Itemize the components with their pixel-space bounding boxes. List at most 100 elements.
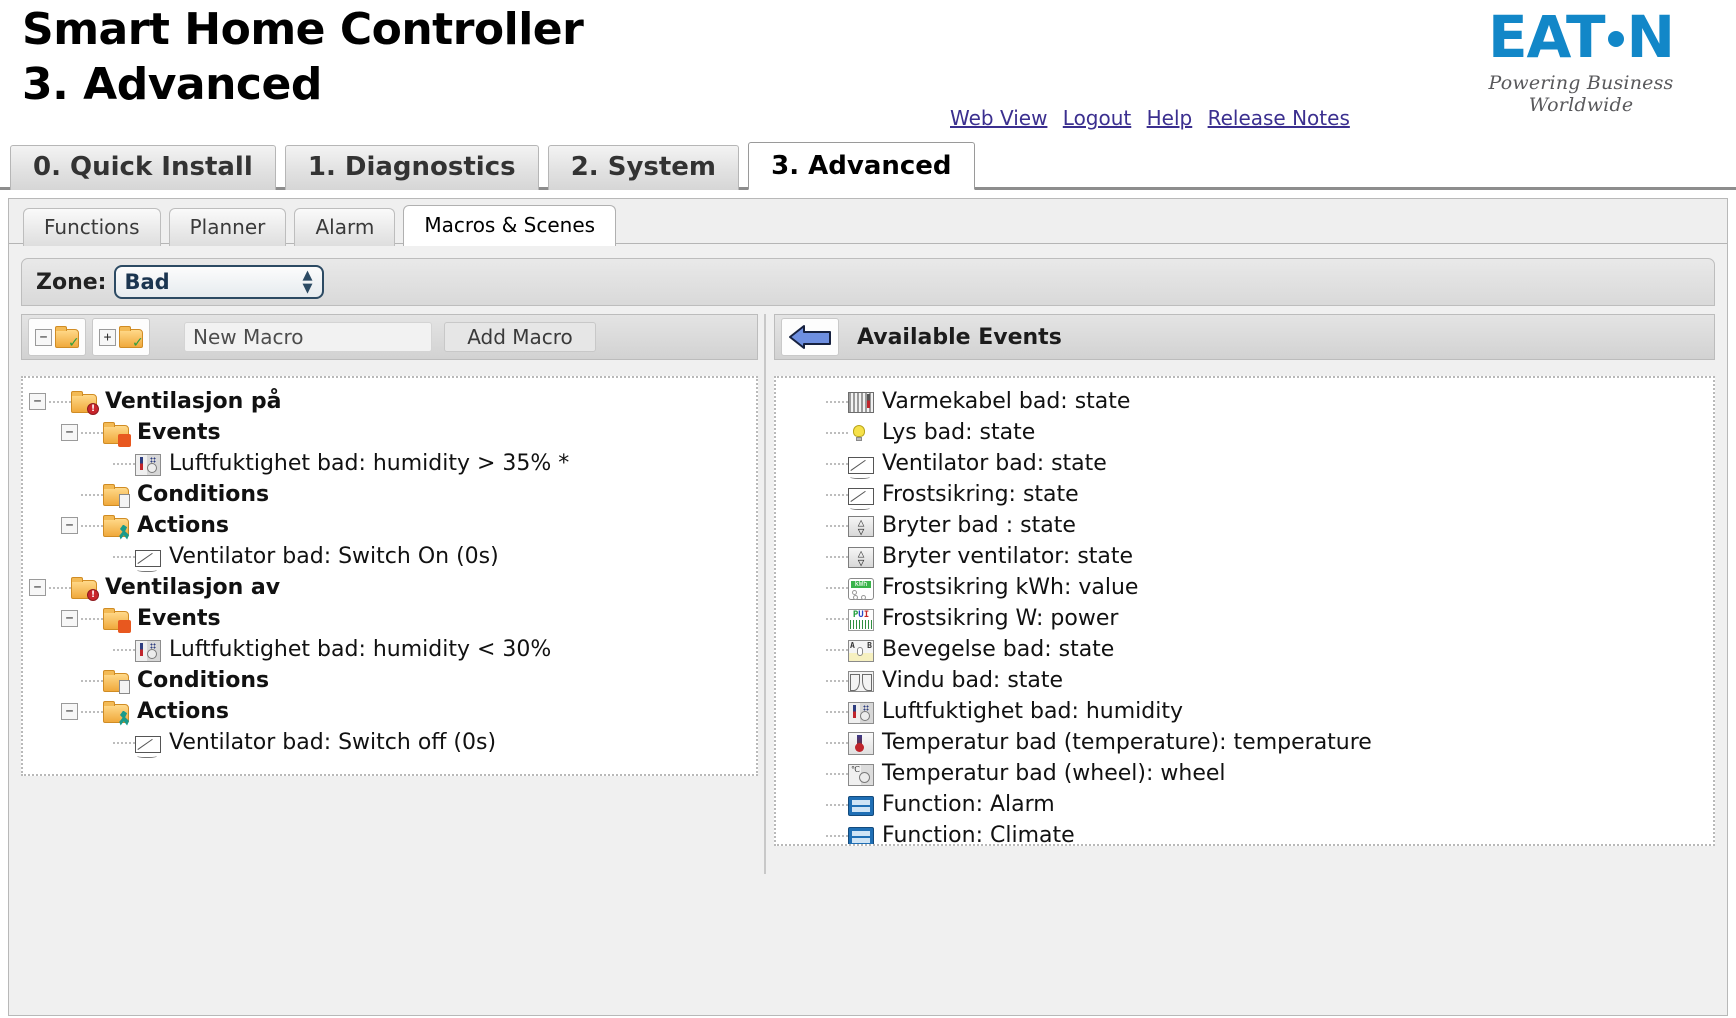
zone-select[interactable]: Bad ▲ ▼ xyxy=(114,265,325,299)
list-item[interactable]: Function: Alarm xyxy=(826,789,1707,820)
tab-diagnostics[interactable]: 1. Diagnostics xyxy=(284,145,539,190)
tree-row[interactable]: − ! Ventilasjon på xyxy=(29,386,750,417)
tree-connector xyxy=(826,803,848,806)
humidity-sensor-icon xyxy=(135,639,161,662)
tab-system[interactable]: 2. System xyxy=(547,145,740,190)
folder-conditions-icon xyxy=(103,483,130,508)
web-view-link[interactable]: Web View xyxy=(950,106,1047,130)
collapse-toggle[interactable]: − xyxy=(29,393,46,410)
tree-connector xyxy=(49,400,71,403)
list-item[interactable]: Function: Climate xyxy=(826,820,1707,844)
logout-link[interactable]: Logout xyxy=(1063,106,1131,130)
list-item-label: Ventilator bad: state xyxy=(882,451,1107,476)
list-item[interactable]: Luftfuktighet bad: humidity xyxy=(826,696,1707,727)
page-header: Smart Home Controller 3. Advanced Web Vi… xyxy=(0,0,1736,138)
tree-connector xyxy=(81,431,103,434)
macro-tree[interactable]: − ! Ventilasjon på − Events Luftfuktighe… xyxy=(21,376,758,776)
subtab-alarm[interactable]: Alarm xyxy=(294,208,396,246)
available-events-toolbar: Available Events xyxy=(774,314,1715,360)
zone-bar: Zone: Bad ▲ ▼ xyxy=(21,258,1715,306)
tree-row[interactable]: Luftfuktighet bad: humidity > 35% * xyxy=(93,448,750,479)
rocker-switch-icon: △ ▽ xyxy=(848,516,874,537)
page-title-line2: 3. Advanced xyxy=(22,59,322,110)
collapse-all-button[interactable]: − ✓ xyxy=(28,318,86,356)
release-notes-link[interactable]: Release Notes xyxy=(1208,106,1350,130)
zone-label: Zone: xyxy=(36,269,107,295)
collapse-toggle[interactable]: − xyxy=(61,517,78,534)
tree-connector xyxy=(826,431,848,434)
list-item[interactable]: Vindu bad: state xyxy=(826,665,1707,696)
subtab-planner[interactable]: Planner xyxy=(168,208,287,246)
subtab-functions[interactable]: Functions xyxy=(23,208,161,246)
switch-icon xyxy=(848,488,874,510)
list-item[interactable]: AB Bevegelse bad: state xyxy=(826,634,1707,665)
collapse-toggle[interactable]: − xyxy=(61,424,78,441)
available-events-list[interactable]: Varmekabel bad: state Lys bad: state Ven… xyxy=(774,376,1715,846)
motion-sensor-icon: AB xyxy=(848,639,874,662)
tree-row[interactable]: − Events xyxy=(61,417,750,448)
expand-all-folder-icon: ✓ xyxy=(119,326,144,350)
thermometer-icon xyxy=(848,732,874,755)
tree-row-label: Ventilasjon på xyxy=(105,389,282,414)
tree-row[interactable]: Luftfuktighet bad: humidity < 30% xyxy=(93,634,750,665)
list-item-label: Function: Alarm xyxy=(882,792,1055,817)
tree-row-label: Events xyxy=(137,606,221,631)
tree-row[interactable]: − Events xyxy=(61,603,750,634)
folder-actions-icon xyxy=(103,700,130,726)
power-meter-icon: PUI xyxy=(848,608,874,631)
folder-events-icon xyxy=(103,421,131,447)
tree-row[interactable]: Conditions xyxy=(61,479,750,510)
tree-connector xyxy=(826,679,848,682)
tree-row[interactable]: Conditions xyxy=(61,665,750,696)
page-title: Smart Home Controller 3. Advanced xyxy=(22,2,584,112)
tree-row[interactable]: − Actions xyxy=(61,510,750,541)
tree-row-label: Luftfuktighet bad: humidity < 30% xyxy=(169,637,552,662)
tree-row-label: Actions xyxy=(137,513,229,538)
expand-all-button[interactable]: + ✓ xyxy=(92,318,150,356)
list-item[interactable]: Lys bad: state xyxy=(826,417,1707,448)
back-arrow-button[interactable] xyxy=(781,318,839,356)
subtab-macros-scenes[interactable]: Macros & Scenes xyxy=(403,205,617,246)
list-item[interactable]: Frostsikring: state xyxy=(826,479,1707,510)
macro-columns: − ✓ + ✓ New Macro Add Macro − ! Ventilas… xyxy=(21,314,1715,874)
zone-selected-value: Bad xyxy=(124,270,170,294)
tree-row[interactable]: − Actions xyxy=(61,696,750,727)
list-item[interactable]: △ ▽ Bryter ventilator: state xyxy=(826,541,1707,572)
tree-row[interactable]: − ! Ventilasjon av xyxy=(29,572,750,603)
logo-text-before-dot: EAT xyxy=(1487,3,1606,71)
tree-connector xyxy=(81,493,103,496)
collapse-all-folder-icon: ✓ xyxy=(55,326,80,350)
tree-row[interactable]: Ventilator bad: Switch On (0s) xyxy=(93,541,750,572)
eaton-wordmark: EAT N xyxy=(1436,4,1726,70)
tree-row-label: Ventilator bad: Switch On (0s) xyxy=(169,544,499,569)
list-item-label: Temperatur bad (wheel): wheel xyxy=(882,761,1226,786)
heating-cable-icon xyxy=(848,392,874,413)
help-link[interactable]: Help xyxy=(1147,106,1193,130)
list-item[interactable]: ℃ Temperatur bad (wheel): wheel xyxy=(826,758,1707,789)
content-panel: Functions Planner Alarm Macros & Scenes … xyxy=(8,198,1728,1016)
collapse-toggle[interactable]: − xyxy=(61,703,78,720)
list-item-label: Temperatur bad (temperature): temperatur… xyxy=(882,730,1372,755)
tree-connector xyxy=(826,741,848,744)
list-item[interactable]: Ventilator bad: state xyxy=(826,448,1707,479)
add-macro-button[interactable]: Add Macro xyxy=(444,322,596,352)
tree-row[interactable]: Ventilator bad: Switch off (0s) xyxy=(93,727,750,758)
list-item[interactable]: Temperatur bad (temperature): temperatur… xyxy=(826,727,1707,758)
tab-advanced[interactable]: 3. Advanced xyxy=(748,142,975,190)
tab-quick-install[interactable]: 0. Quick Install xyxy=(10,145,276,190)
tree-connector xyxy=(81,617,103,620)
new-macro-input[interactable]: New Macro xyxy=(184,322,432,352)
list-item[interactable]: △ ▽ Bryter bad : state xyxy=(826,510,1707,541)
tree-connector xyxy=(81,524,103,527)
list-item[interactable]: Varmekabel bad: state xyxy=(826,386,1707,417)
switch-icon xyxy=(848,457,874,479)
list-item[interactable]: kWh Frostsikring kWh: value xyxy=(826,572,1707,603)
tree-connector xyxy=(826,710,848,713)
switch-icon xyxy=(135,550,161,572)
collapse-toggle[interactable]: − xyxy=(61,610,78,627)
plus-icon: + xyxy=(99,328,116,346)
eaton-logo: EAT N Powering Business Worldwide xyxy=(1436,4,1726,116)
list-item[interactable]: PUI Frostsikring W: power xyxy=(826,603,1707,634)
collapse-toggle[interactable]: − xyxy=(29,579,46,596)
